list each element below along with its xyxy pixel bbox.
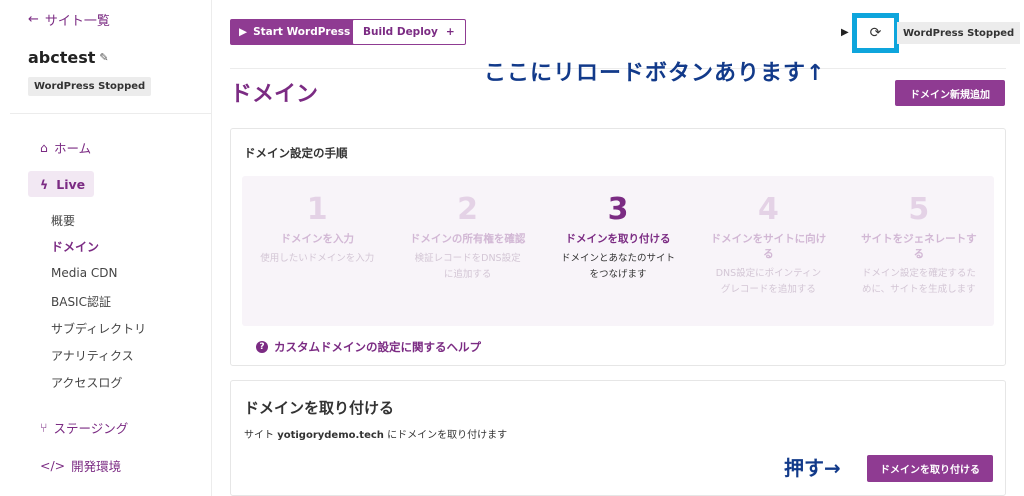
- step-title: ドメインを取り付ける: [565, 233, 671, 245]
- site-name-label: abctest: [28, 48, 96, 67]
- sidebar-item-staging[interactable]: ⑂ ステージング: [40, 418, 128, 437]
- sidebar: ← サイト一覧 abctest ✎ WordPress Stopped ⌂ ホー…: [0, 0, 212, 496]
- step-2: 2 ドメインの所有権を確認 検証レコードをDNS設定に追加する: [392, 176, 542, 326]
- step-number: 5: [908, 192, 930, 227]
- attach-domain-button[interactable]: ドメインを取り付ける: [867, 455, 993, 482]
- steps-heading: ドメイン設定の手順: [244, 146, 348, 160]
- back-to-sites-link[interactable]: ← サイト一覧: [28, 10, 110, 29]
- build-deploy-label: Build Deploy: [363, 26, 438, 38]
- back-link-label: サイト一覧: [44, 14, 110, 29]
- steps-box: 1 ドメインを入力 使用したいドメインを入力 2 ドメインの所有権を確認 検証レ…: [242, 176, 994, 326]
- step-desc: DNS設定にポインティングレコードを追加する: [715, 268, 822, 295]
- step-3: 3 ドメインを取り付ける ドメインとあなたのサイトをつなげます: [543, 176, 693, 326]
- plus-icon: +: [445, 26, 455, 38]
- step-number: 1: [306, 192, 328, 227]
- help-link-label: カスタムドメインの設定に関するヘルプ: [274, 340, 481, 354]
- attach-desc-prefix: サイト: [244, 430, 274, 441]
- step-5: 5 サイトをジェネレートする ドメイン設定を確定するために、サイトを生成します: [844, 176, 994, 326]
- step-number: 4: [757, 192, 779, 227]
- step-desc: 使用したいドメインを入力: [260, 253, 375, 264]
- step-1: 1 ドメインを入力 使用したいドメインを入力: [242, 176, 392, 326]
- reload-button[interactable]: ⟳: [852, 13, 899, 53]
- sidebar-item-home[interactable]: ⌂ ホーム: [40, 138, 91, 157]
- sidebar-item-live[interactable]: ϟ Live: [28, 171, 94, 197]
- branch-icon: ⑂: [40, 420, 48, 435]
- arrow-left-icon: ←: [28, 12, 39, 27]
- build-deploy-button[interactable]: Build Deploy +: [352, 19, 466, 45]
- step-title: ドメインの所有権を確認: [409, 233, 526, 245]
- home-icon: ⌂: [40, 140, 48, 155]
- push-annotation: 押す→: [784, 456, 841, 480]
- step-number: 3: [607, 192, 629, 227]
- reload-annotation: ここにリロードボタンあります↑: [484, 61, 826, 86]
- sidebar-item-dev[interactable]: </> 開発環境: [40, 456, 121, 475]
- site-name: abctest ✎: [28, 48, 109, 67]
- step-title: サイトをジェネレートする: [861, 233, 977, 260]
- sidebar-subitem-overview[interactable]: 概要: [51, 212, 75, 229]
- step-title: ドメインを入力: [280, 233, 354, 245]
- step-desc: ドメイン設定を確定するために、サイトを生成します: [861, 268, 976, 295]
- sidebar-item-label: ステージング: [53, 421, 129, 436]
- start-wordpress-button[interactable]: ▶ Start WordPress: [230, 19, 360, 45]
- domain-steps-card: ドメイン設定の手順 1 ドメインを入力 使用したいドメインを入力 2 ドメインの…: [230, 128, 1006, 366]
- page-title: ドメイン: [230, 82, 319, 107]
- play-small-icon: ▶: [841, 27, 849, 38]
- sidebar-divider: [10, 113, 211, 114]
- sidebar-item-label: ホーム: [53, 141, 92, 156]
- sidebar-subitem-basic-auth[interactable]: BASIC認証: [51, 293, 111, 310]
- sidebar-subitem-access-log[interactable]: アクセスログ: [51, 374, 122, 391]
- site-status-badge: WordPress Stopped: [28, 77, 152, 96]
- step-desc: 検証レコードをDNS設定に追加する: [414, 253, 521, 280]
- lightning-icon: ϟ: [40, 176, 49, 192]
- sidebar-item-label: Live: [56, 176, 86, 192]
- add-domain-button[interactable]: ドメイン新規追加: [895, 80, 1005, 106]
- step-4: 4 ドメインをサイトに向ける DNS設定にポインティングレコードを追加する: [693, 176, 843, 326]
- custom-domain-help-link[interactable]: ? カスタムドメインの設定に関するヘルプ: [256, 339, 481, 355]
- sidebar-item-label: 開発環境: [71, 459, 122, 474]
- start-wordpress-label: Start WordPress: [253, 26, 351, 38]
- code-icon: </>: [40, 458, 66, 473]
- sidebar-subitem-media-cdn[interactable]: Media CDN: [51, 266, 117, 280]
- wordpress-status-badge: WordPress Stopped: [897, 22, 1021, 44]
- step-title: ドメインをサイトに向ける: [710, 233, 827, 260]
- attach-desc-suffix: にドメインを取り付けます: [387, 430, 508, 441]
- play-icon: ▶: [239, 26, 248, 38]
- question-icon: ?: [256, 341, 268, 353]
- attach-description: サイト yotigorydemo.tech にドメインを取り付けます: [244, 426, 507, 441]
- step-desc: ドメインとあなたのサイトをつなげます: [561, 253, 676, 280]
- step-number: 2: [457, 192, 479, 227]
- sidebar-subitem-subdirectory[interactable]: サブディレクトリ: [51, 320, 146, 337]
- sidebar-subitem-domain[interactable]: ドメイン: [51, 238, 99, 255]
- reload-icon: ⟳: [869, 25, 882, 41]
- site-domain: yotigorydemo.tech: [277, 430, 384, 441]
- attach-title: ドメインを取り付ける: [244, 399, 395, 417]
- sidebar-subitem-analytics[interactable]: アナリティクス: [51, 347, 134, 364]
- edit-icon[interactable]: ✎: [99, 51, 108, 64]
